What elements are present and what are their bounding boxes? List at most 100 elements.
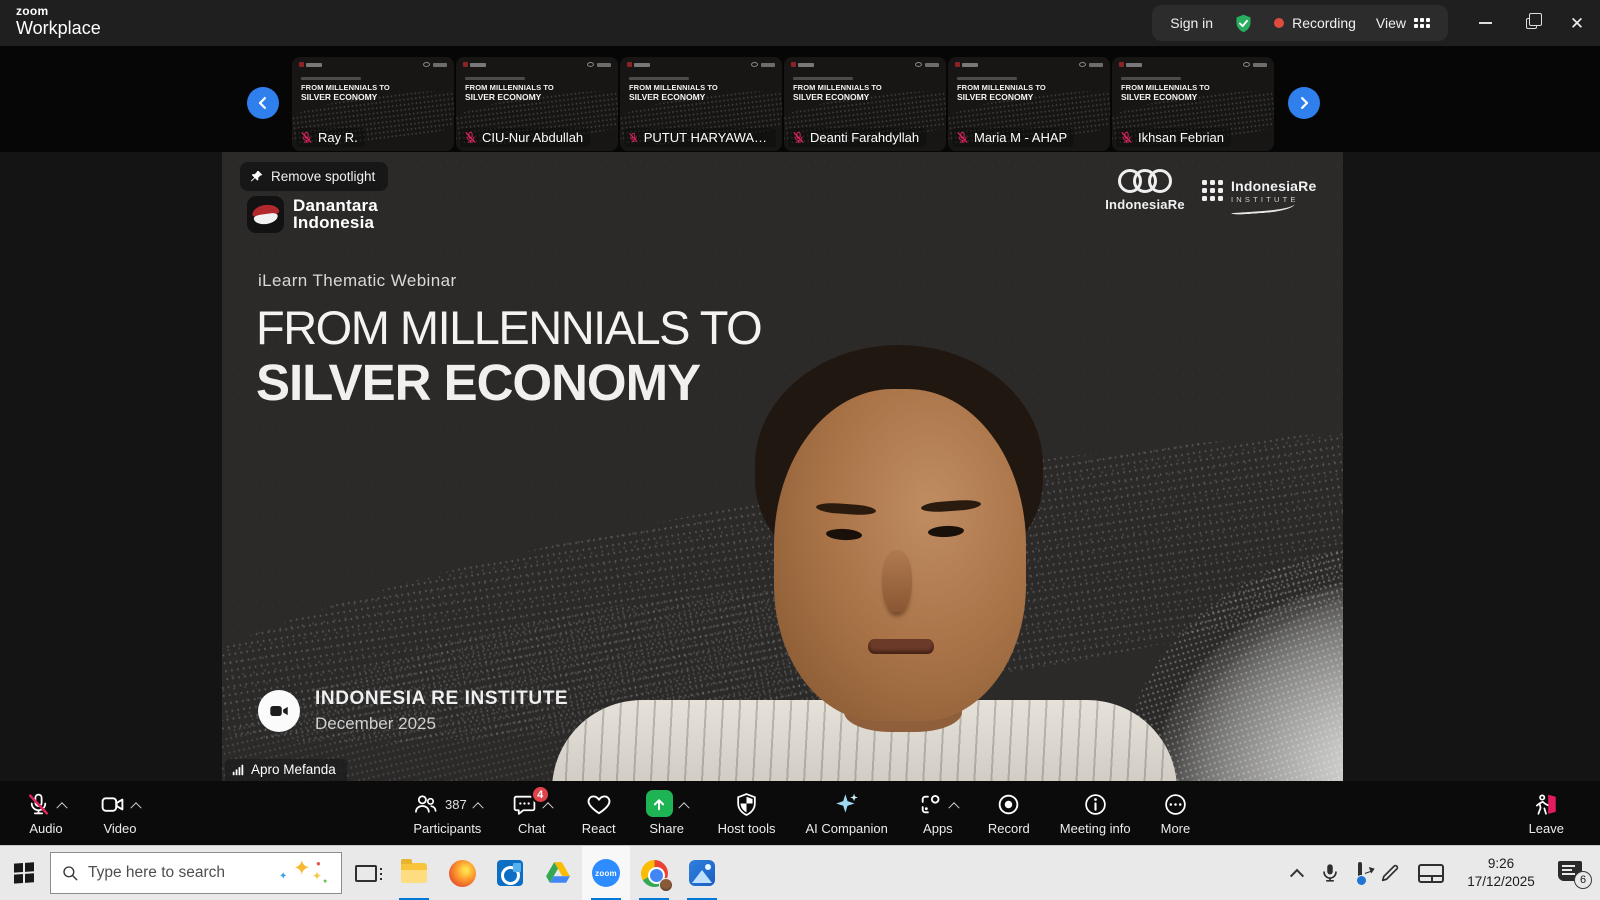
danantara-mini-logo	[955, 62, 978, 67]
outlook-icon	[497, 860, 523, 886]
participant-name-label: Maria M - AHAP	[952, 128, 1074, 147]
windows-taskbar: ✦ ✦ ✦ ● ● zoom	[0, 845, 1600, 900]
info-icon	[1083, 792, 1108, 817]
muted-mic-icon	[464, 131, 477, 144]
danantara-mini-logo	[627, 62, 650, 67]
chrome-profile-avatar	[659, 878, 673, 892]
indonesiare-mini-logo	[751, 62, 775, 67]
share-button[interactable]: Share	[631, 790, 703, 836]
taskbar-app-outlook[interactable]	[486, 846, 534, 900]
participant-tile[interactable]: FROM MILLENNIALS TOSILVER ECONOMY CIU-Nu…	[456, 57, 618, 151]
minimize-icon	[1479, 22, 1492, 24]
taskbar-app-photos[interactable]	[678, 846, 726, 900]
zoom-workplace-window: zoom Workplace Sign in Recording View ✕	[0, 0, 1600, 900]
share-chevron[interactable]	[678, 802, 689, 813]
tray-touchpad-icon[interactable]	[1418, 864, 1444, 883]
speaker-video-person	[222, 152, 1343, 781]
filmstrip-next-button[interactable]	[1288, 87, 1320, 119]
taskbar-clock[interactable]: 9:26 17/12/2025	[1461, 855, 1541, 890]
view-button[interactable]: View	[1376, 15, 1430, 31]
chat-button[interactable]: 4 Chat	[497, 790, 567, 836]
participant-tile[interactable]: FROM MILLENNIALS TOSILVER ECONOMY Ray R.	[292, 57, 454, 151]
photos-icon	[689, 860, 715, 886]
participant-name-label: Deanti Farahdyllah	[788, 128, 926, 147]
logo-workplace-text: Workplace	[16, 19, 101, 37]
hidden-icons-chevron[interactable]	[1290, 869, 1304, 883]
leave-button[interactable]: Leave	[1529, 790, 1564, 836]
share-screen-icon	[646, 790, 673, 817]
leave-door-icon	[1533, 791, 1559, 817]
chat-chevron[interactable]	[542, 802, 553, 813]
record-icon	[996, 792, 1021, 817]
indonesiare-mini-logo	[1243, 62, 1267, 67]
danantara-mini-logo	[463, 62, 486, 67]
taskbar-app-zoom[interactable]: zoom	[582, 846, 630, 900]
participant-tile[interactable]: FROM MILLENNIALS TOSILVER ECONOMY Maria …	[948, 57, 1110, 151]
participant-name-label: PUTUT HARYAWAN - C...	[624, 128, 776, 147]
restore-icon	[1526, 18, 1537, 29]
more-ellipsis-icon	[1163, 792, 1188, 817]
video-options-chevron[interactable]	[130, 802, 141, 813]
security-shield-icon[interactable]	[1233, 13, 1254, 34]
tray-pen-icon[interactable]	[1379, 862, 1401, 884]
participants-button[interactable]: 387 Participants	[398, 790, 497, 836]
participant-name-label: Ray R.	[296, 128, 365, 147]
tray-display-button[interactable]	[1358, 864, 1362, 882]
heart-react-icon	[586, 791, 612, 817]
muted-mic-icon	[300, 131, 313, 144]
participant-name-label: CIU-Nur Abdullah	[460, 128, 590, 147]
participant-tile[interactable]: FROM MILLENNIALS TOSILVER ECONOMY Ikhsan…	[1112, 57, 1274, 151]
recording-label: Recording	[1292, 15, 1356, 31]
record-button[interactable]: Record	[973, 790, 1045, 836]
audio-options-chevron[interactable]	[56, 802, 67, 813]
audio-button[interactable]: Audio	[26, 790, 66, 836]
view-label: View	[1376, 15, 1406, 31]
start-button[interactable]	[0, 846, 48, 900]
video-button[interactable]: Video	[100, 790, 140, 836]
spotlight-video: Remove spotlight Danantara Indonesia Ind…	[222, 152, 1343, 781]
sign-in-button[interactable]: Sign in	[1170, 15, 1213, 31]
taskbar-app-google-drive[interactable]	[534, 846, 582, 900]
copilot-sparkles-icon: ✦ ✦ ✦ ● ●	[279, 858, 331, 888]
meeting-info-button[interactable]: Meeting info	[1045, 790, 1146, 836]
taskbar-app-file-explorer[interactable]	[390, 846, 438, 900]
zoom-app-icon: zoom	[592, 859, 620, 887]
search-icon	[61, 864, 79, 882]
participant-tile[interactable]: FROM MILLENNIALS TOSILVER ECONOMY Deanti…	[784, 57, 946, 151]
camera-icon	[100, 792, 125, 817]
minimize-button[interactable]	[1462, 0, 1508, 46]
more-button[interactable]: More	[1146, 790, 1206, 836]
participant-tile[interactable]: FROM MILLENNIALS TOSILVER ECONOMY PUTUT …	[620, 57, 782, 151]
danantara-mini-logo	[791, 62, 814, 67]
react-button[interactable]: React	[567, 790, 631, 836]
ai-sparkle-icon	[834, 791, 860, 817]
clock-time: 9:26	[1461, 855, 1541, 873]
indonesiare-mini-logo	[587, 62, 611, 67]
close-button[interactable]: ✕	[1554, 0, 1600, 46]
indonesiare-mini-logo	[1079, 62, 1103, 67]
participants-chevron[interactable]	[472, 802, 483, 813]
action-center-button[interactable]: 6	[1558, 860, 1588, 886]
apps-chevron[interactable]	[948, 802, 959, 813]
google-drive-icon	[545, 861, 571, 885]
taskbar-app-chrome[interactable]	[630, 846, 678, 900]
filmstrip-prev-button[interactable]	[247, 87, 279, 119]
indonesiare-mini-logo	[915, 62, 939, 67]
host-tools-button[interactable]: Host tools	[703, 790, 791, 836]
taskbar-app-firefox[interactable]	[438, 846, 486, 900]
tray-mic-icon[interactable]	[1319, 862, 1341, 884]
search-input[interactable]	[88, 864, 270, 882]
taskbar-search[interactable]: ✦ ✦ ✦ ● ●	[50, 852, 342, 894]
gallery-view-icon	[1414, 18, 1430, 28]
apps-button[interactable]: Apps	[903, 790, 973, 836]
task-view-button[interactable]	[342, 846, 390, 900]
indonesiare-mini-logo	[423, 62, 447, 67]
meeting-toolbar: Audio Video 387 Participants	[0, 781, 1600, 845]
restore-button[interactable]	[1508, 0, 1554, 46]
ai-companion-button[interactable]: AI Companion	[790, 790, 902, 836]
recording-dot-icon	[1274, 18, 1284, 28]
muted-mic-icon	[628, 131, 639, 144]
danantara-mini-logo	[299, 62, 322, 67]
notification-count-badge: 6	[1574, 871, 1592, 889]
logo-zoom-text: zoom	[16, 5, 101, 17]
